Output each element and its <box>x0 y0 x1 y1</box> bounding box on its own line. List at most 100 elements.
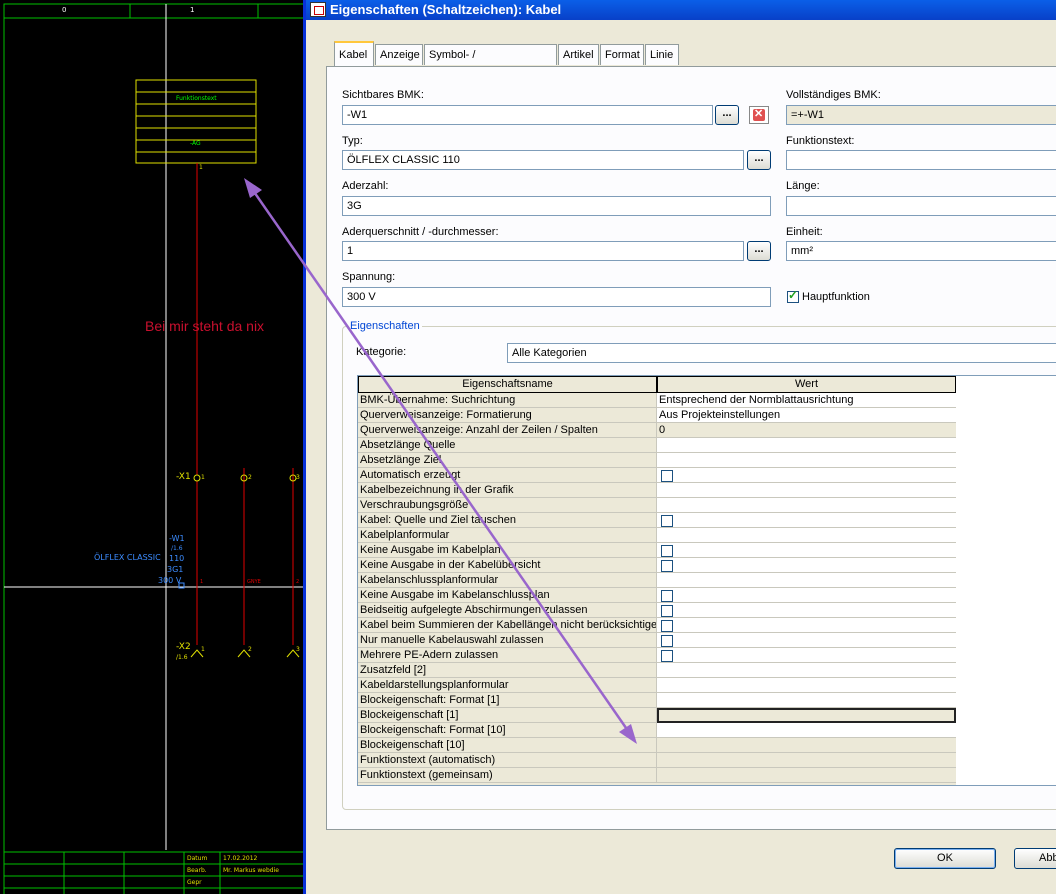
grid-cell-property-name[interactable]: Kabelbezeichnung in der Grafik <box>358 483 657 498</box>
grid-cell-checkbox[interactable] <box>657 588 956 603</box>
grid-cell-property-value[interactable]: Entsprechend der Normblattausrichtung <box>657 393 956 408</box>
property-checkbox[interactable] <box>661 650 673 662</box>
grid-cell-property-value[interactable] <box>657 723 956 738</box>
grid-cell-property-name[interactable]: Kabel beim Summieren der Kabellängen nic… <box>358 618 657 633</box>
einheit-select[interactable]: mm² <box>786 241 1056 261</box>
grid-cell-property-name[interactable]: Mehrere PE-Adern zulassen <box>358 648 657 663</box>
tab-format[interactable]: Format <box>600 44 644 65</box>
property-checkbox[interactable] <box>661 590 673 602</box>
tab-linie[interactable]: Linie <box>645 44 679 65</box>
property-checkbox[interactable] <box>661 635 673 647</box>
grid-cell-property-value[interactable] <box>657 738 956 753</box>
grid-row[interactable]: Nur manuelle Kabelauswahl zulassen <box>358 633 956 648</box>
grid-cell-checkbox[interactable] <box>657 513 956 528</box>
hauptfunktion-checkbox[interactable] <box>787 288 799 303</box>
grid-cell-property-value[interactable] <box>657 678 956 693</box>
property-checkbox[interactable] <box>661 605 673 617</box>
property-grid[interactable]: Eigenschaftsname Wert BMK-Übernahme: Suc… <box>358 376 956 785</box>
laenge-input[interactable] <box>786 196 1056 216</box>
grid-cell-property-value[interactable] <box>657 753 956 768</box>
grid-cell-checkbox[interactable] <box>657 633 956 648</box>
grid-cell-property-name[interactable]: Querverweisanzeige: Formatierung <box>358 408 657 423</box>
typ-browse-button[interactable]: ... <box>747 150 771 170</box>
grid-row[interactable]: Querverweisanzeige: Anzahl der Zeilen / … <box>358 423 956 438</box>
property-checkbox[interactable] <box>661 545 673 557</box>
funktionstext-input[interactable] <box>786 150 1056 170</box>
grid-cell-property-name[interactable]: Verschraubungsgröße <box>358 498 657 513</box>
grid-cell-property-name[interactable]: Keine Ausgabe im Kabelanschlussplan <box>358 588 657 603</box>
grid-cell-property-value[interactable] <box>657 528 956 543</box>
property-checkbox[interactable] <box>661 470 673 482</box>
aderquerschnitt-browse-button[interactable]: ... <box>747 241 771 261</box>
grid-cell-property-value[interactable] <box>657 663 956 678</box>
grid-row[interactable]: Blockeigenschaft [10] <box>358 738 956 753</box>
grid-cell-property-value[interactable] <box>657 573 956 588</box>
grid-row[interactable]: Funktionstext (automatisch) <box>358 753 956 768</box>
grid-row[interactable]: Mehrere PE-Adern zulassen <box>358 648 956 663</box>
grid-cell-property-name[interactable]: Kabeldarstellungsplanformular <box>358 678 657 693</box>
grid-row[interactable]: Blockeigenschaft: Format [1] <box>358 693 956 708</box>
grid-cell-property-value[interactable] <box>657 693 956 708</box>
aderzahl-input[interactable]: 3G <box>342 196 771 216</box>
property-checkbox[interactable] <box>661 620 673 632</box>
tab-symbol-funktionsdaten[interactable]: Symbol- / Funktionsdaten <box>424 44 557 82</box>
grid-row[interactable]: Zusatzfeld [2] <box>358 663 956 678</box>
grid-row[interactable]: Blockeigenschaft: Format [10] <box>358 723 956 738</box>
spannung-input[interactable]: 300 V <box>342 287 771 307</box>
grid-cell-property-value[interactable] <box>657 768 956 783</box>
grid-header-value[interactable]: Wert <box>657 376 956 393</box>
grid-row[interactable]: Funktionstext (gemeinsam) <box>358 768 956 783</box>
grid-cell-checkbox[interactable] <box>657 648 956 663</box>
grid-row[interactable]: Kabelbezeichnung in der Grafik <box>358 483 956 498</box>
grid-cell-property-name[interactable]: Absetzlänge Ziel <box>358 453 657 468</box>
grid-cell-property-name[interactable]: Automatisch erzeugt <box>358 468 657 483</box>
grid-cell-checkbox[interactable] <box>657 543 956 558</box>
grid-cell-property-name[interactable]: Querverweisanzeige: Anzahl der Zeilen / … <box>358 423 657 438</box>
grid-row[interactable]: Keine Ausgabe im Kabelplan <box>358 543 956 558</box>
grid-cell-property-name[interactable]: BMK-Übernahme: Suchrichtung <box>358 393 657 408</box>
grid-cell-property-value[interactable] <box>657 708 956 723</box>
grid-cell-property-name[interactable]: Absetzlänge Quelle <box>358 438 657 453</box>
kategorie-select[interactable]: Alle Kategorien <box>507 343 1056 363</box>
grid-cell-property-name[interactable]: Zusatzfeld [2] <box>358 663 657 678</box>
grid-cell-property-name[interactable]: Blockeigenschaft: Format [10] <box>358 723 657 738</box>
grid-cell-property-value[interactable] <box>657 438 956 453</box>
grid-row[interactable]: Kabel beim Summieren der Kabellängen nic… <box>358 618 956 633</box>
grid-cell-property-value[interactable]: 0 <box>657 423 956 438</box>
grid-header-name[interactable]: Eigenschaftsname <box>358 376 657 393</box>
grid-cell-property-name[interactable]: Beidseitig aufgelegte Abschirmungen zula… <box>358 603 657 618</box>
grid-cell-property-value[interactable]: Aus Projekteinstellungen <box>657 408 956 423</box>
grid-cell-property-name[interactable]: Kabel: Quelle und Ziel tauschen <box>358 513 657 528</box>
aderquerschnitt-input[interactable]: 1 <box>342 241 744 261</box>
grid-cell-property-name[interactable]: Keine Ausgabe in der Kabelübersicht <box>358 558 657 573</box>
grid-cell-property-name[interactable]: Blockeigenschaft [10] <box>358 738 657 753</box>
grid-row[interactable]: Beidseitig aufgelegte Abschirmungen zula… <box>358 603 956 618</box>
delete-icon[interactable] <box>749 106 769 124</box>
cad-drawing-area[interactable]: 0 1 Funktionstext -AG 1 Bei mir steht da… <box>0 0 310 894</box>
grid-cell-property-value[interactable] <box>657 453 956 468</box>
tab-anzeige[interactable]: Anzeige <box>375 44 423 65</box>
property-checkbox[interactable] <box>661 560 673 572</box>
grid-cell-property-name[interactable]: Funktionstext (gemeinsam) <box>358 768 657 783</box>
grid-cell-property-name[interactable]: Blockeigenschaft: Format [1] <box>358 693 657 708</box>
grid-row[interactable]: Keine Ausgabe in der Kabelübersicht <box>358 558 956 573</box>
grid-cell-property-name[interactable]: Keine Ausgabe im Kabelplan <box>358 543 657 558</box>
grid-cell-property-name[interactable]: Blockeigenschaft [1] <box>358 708 657 723</box>
grid-row[interactable]: Absetzlänge Quelle <box>358 438 956 453</box>
grid-row[interactable]: Kabel: Quelle und Ziel tauschen <box>358 513 956 528</box>
grid-row[interactable]: Absetzlänge Ziel <box>358 453 956 468</box>
grid-row[interactable]: Kabeldarstellungsplanformular <box>358 678 956 693</box>
grid-row[interactable]: Verschraubungsgröße <box>358 498 956 513</box>
grid-cell-checkbox[interactable] <box>657 618 956 633</box>
property-checkbox[interactable] <box>661 515 673 527</box>
tab-kabel[interactable]: Kabel <box>334 41 374 66</box>
sichtbares-bmk-input[interactable]: -W1 <box>342 105 713 125</box>
cancel-button[interactable]: Abb <box>1014 848 1056 869</box>
dialog-titlebar[interactable]: Eigenschaften (Schaltzeichen): Kabel <box>306 0 1056 20</box>
typ-input[interactable]: ÖLFLEX CLASSIC 110 <box>342 150 744 170</box>
grid-cell-checkbox[interactable] <box>657 558 956 573</box>
grid-row[interactable]: Kabelplanformular <box>358 528 956 543</box>
grid-row[interactable]: Kabelanschlussplanformular <box>358 573 956 588</box>
grid-cell-property-name[interactable]: Kabelplanformular <box>358 528 657 543</box>
grid-cell-checkbox[interactable] <box>657 468 956 483</box>
